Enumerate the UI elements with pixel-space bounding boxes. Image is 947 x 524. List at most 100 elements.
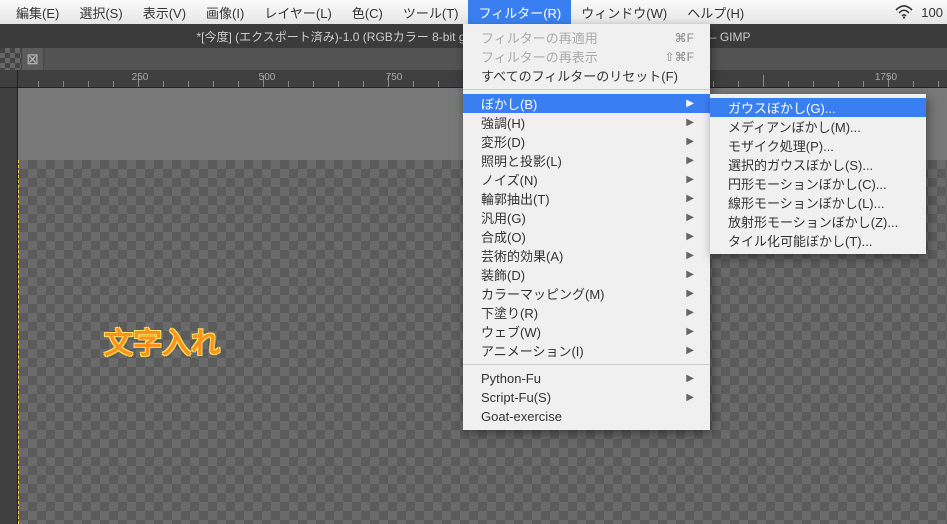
menu-選択[interactable]: 選択(S) (69, 0, 132, 24)
menu-画像[interactable]: 画像(I) (196, 0, 254, 24)
menu-item-label: 装飾(D) (481, 265, 678, 284)
filter-menu: フィルターの再適用⌘Fフィルターの再表示⇧⌘Fすべてのフィルターのリセット(F)… (463, 24, 710, 430)
menu-item-label: 照明と投影(L) (481, 151, 678, 170)
filter-item-13[interactable]: 装飾(D) ▶ (463, 265, 710, 284)
ruler-label: 750 (386, 72, 403, 83)
menu-item-label: カラーマッピング(M) (481, 284, 678, 303)
blur-item-5[interactable]: 線形モーションぼかし(L)... (710, 193, 926, 212)
blur-item-6[interactable]: 放射形モーションぼかし(Z)... (710, 212, 926, 231)
menu-item-label: 変形(D) (481, 132, 678, 151)
menu-item-label: アニメーション(I) (481, 341, 678, 360)
menu-item-label: すべてのフィルターのリセット(F) (481, 66, 694, 85)
menu-item-label: 選択的ガウスぼかし(S)... (728, 155, 910, 174)
submenu-arrow-icon: ▶ (686, 345, 694, 356)
ruler-label: 500 (259, 72, 276, 83)
filter-item-1: フィルターの再表示⇧⌘F (463, 47, 710, 66)
menu-shortcut: ⇧⌘F (665, 50, 694, 64)
filter-item-4[interactable]: ぼかし(B) ▶ (463, 94, 710, 113)
blur-item-2[interactable]: モザイク処理(P)... (710, 136, 926, 155)
menu-フィルター[interactable]: フィルター(R) (468, 0, 571, 24)
menu-item-label: 下塗り(R) (481, 303, 678, 322)
submenu-arrow-icon: ▶ (686, 288, 694, 299)
filter-item-17[interactable]: アニメーション(I) ▶ (463, 341, 710, 360)
filter-item-6[interactable]: 変形(D) ▶ (463, 132, 710, 151)
ruler-label: 1750 (875, 72, 897, 83)
menu-item-label: モザイク処理(P)... (728, 136, 910, 155)
filter-item-7[interactable]: 照明と投影(L) ▶ (463, 151, 710, 170)
blur-item-4[interactable]: 円形モーションぼかし(C)... (710, 174, 926, 193)
menu-ヘルプ[interactable]: ヘルプ(H) (677, 0, 754, 24)
blur-item-0[interactable]: ガウスぼかし(G)... (710, 98, 926, 117)
filter-item-20[interactable]: Script-Fu(S) ▶ (463, 388, 710, 407)
menu-編集[interactable]: 編集(E) (6, 0, 69, 24)
menubar: 編集(E)選択(S)表示(V)画像(I)レイヤー(L)色(C)ツール(T)フィル… (0, 0, 947, 24)
menu-表示[interactable]: 表示(V) (133, 0, 196, 24)
filter-item-14[interactable]: カラーマッピング(M) ▶ (463, 284, 710, 303)
filter-item-21[interactable]: Goat-exercise (463, 407, 710, 426)
menu-ツール[interactable]: ツール(T) (393, 0, 469, 24)
menu-item-label: メディアンぼかし(M)... (728, 117, 910, 136)
menu-item-label: 合成(O) (481, 227, 678, 246)
submenu-arrow-icon: ▶ (686, 307, 694, 318)
menu-item-label: フィルターの再適用 (481, 28, 675, 47)
menu-item-label: 放射形モーションぼかし(Z)... (728, 212, 910, 231)
menu-item-label: 輪郭抽出(T) (481, 189, 678, 208)
submenu-arrow-icon: ▶ (686, 231, 694, 242)
battery-text: 100 (921, 5, 943, 20)
menu-item-label: Script-Fu(S) (481, 390, 678, 405)
text-layer-caption[interactable]: 文字入れ (104, 320, 220, 362)
blur-item-3[interactable]: 選択的ガウスぼかし(S)... (710, 155, 926, 174)
menu-separator (463, 364, 710, 365)
menu-item-label: タイル化可能ぼかし(T)... (728, 231, 910, 250)
image-tab-close-icon[interactable]: ⊠ (22, 48, 44, 70)
submenu-arrow-icon: ▶ (686, 174, 694, 185)
filter-item-12[interactable]: 芸術的効果(A) ▶ (463, 246, 710, 265)
ruler-vertical (0, 88, 18, 524)
menu-ウィンドウ[interactable]: ウィンドウ(W) (571, 0, 677, 24)
menu-item-label: 強調(H) (481, 113, 678, 132)
menu-item-label: Python-Fu (481, 371, 678, 386)
blur-item-1[interactable]: メディアンぼかし(M)... (710, 117, 926, 136)
filter-item-8[interactable]: ノイズ(N) ▶ (463, 170, 710, 189)
submenu-arrow-icon: ▶ (686, 136, 694, 147)
ruler-corner (0, 70, 18, 88)
menu-item-label: ガウスぼかし(G)... (728, 98, 910, 117)
filter-item-0: フィルターの再適用⌘F (463, 28, 710, 47)
blur-item-7[interactable]: タイル化可能ぼかし(T)... (710, 231, 926, 250)
menu-item-label: Goat-exercise (481, 409, 694, 424)
menu-item-label: ノイズ(N) (481, 170, 678, 189)
menu-item-label: 線形モーションぼかし(L)... (728, 193, 910, 212)
submenu-arrow-icon: ▶ (686, 269, 694, 280)
menu-item-label: 汎用(G) (481, 208, 678, 227)
filter-item-19[interactable]: Python-Fu ▶ (463, 369, 710, 388)
filter-item-9[interactable]: 輪郭抽出(T) ▶ (463, 189, 710, 208)
menu-separator (463, 89, 710, 90)
submenu-arrow-icon: ▶ (686, 392, 694, 403)
filter-item-2[interactable]: すべてのフィルターのリセット(F) (463, 66, 710, 85)
submenu-arrow-icon: ▶ (686, 117, 694, 128)
menu-item-label: フィルターの再表示 (481, 47, 665, 66)
submenu-arrow-icon: ▶ (686, 155, 694, 166)
filter-item-16[interactable]: ウェブ(W) ▶ (463, 322, 710, 341)
submenu-arrow-icon: ▶ (686, 373, 694, 384)
menu-shortcut: ⌘F (675, 31, 694, 45)
submenu-arrow-icon: ▶ (686, 98, 694, 109)
menu-色[interactable]: 色(C) (342, 0, 393, 24)
blur-submenu: ガウスぼかし(G)...メディアンぼかし(M)...モザイク処理(P)...選択… (710, 94, 926, 254)
image-tab-thumbnail[interactable] (0, 48, 22, 70)
submenu-arrow-icon: ▶ (686, 326, 694, 337)
wifi-icon (895, 5, 913, 19)
filter-item-11[interactable]: 合成(O) ▶ (463, 227, 710, 246)
submenu-arrow-icon: ▶ (686, 193, 694, 204)
filter-item-5[interactable]: 強調(H) ▶ (463, 113, 710, 132)
filter-item-10[interactable]: 汎用(G) ▶ (463, 208, 710, 227)
submenu-arrow-icon: ▶ (686, 212, 694, 223)
submenu-arrow-icon: ▶ (686, 250, 694, 261)
filter-item-15[interactable]: 下塗り(R) ▶ (463, 303, 710, 322)
menu-item-label: ウェブ(W) (481, 322, 678, 341)
menu-item-label: ぼかし(B) (481, 94, 678, 113)
menu-レイヤー[interactable]: レイヤー(L) (254, 0, 342, 24)
ruler-label: 250 (132, 72, 149, 83)
menu-item-label: 芸術的効果(A) (481, 246, 678, 265)
menu-item-label: 円形モーションぼかし(C)... (728, 174, 910, 193)
